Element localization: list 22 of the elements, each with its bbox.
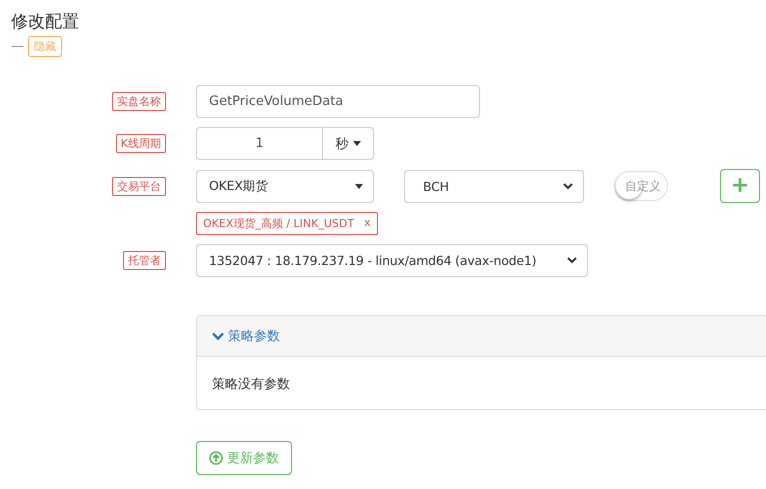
panel-header[interactable]: 策略参数 <box>197 316 766 357</box>
chevron-down-icon <box>567 257 577 264</box>
panel-title: 策略参数 <box>228 328 280 345</box>
chevron-down-icon <box>212 332 224 340</box>
field-label: 交易平台 <box>112 176 166 196</box>
symbol-select[interactable]: BCH <box>404 170 584 202</box>
page-title: 修改配置 <box>11 11 80 34</box>
exchange-select[interactable]: OKEX期货 <box>196 170 374 202</box>
remove-tag-button[interactable]: x <box>364 216 371 231</box>
tag-text: OKEX现货_高频 / LINK_USDT <box>203 216 354 231</box>
dash: — <box>11 39 24 54</box>
chevron-down-icon <box>563 182 573 190</box>
panel-message: 策略没有参数 <box>212 377 290 392</box>
field-label: 托管者 <box>123 251 166 270</box>
name-input[interactable]: GetPriceVolumeData <box>196 85 480 118</box>
upload-circle-icon <box>209 451 223 465</box>
field-label: K线周期 <box>116 134 166 153</box>
caret-icon <box>352 141 360 146</box>
field-label: 实盘名称 <box>112 92 166 111</box>
caret-icon <box>355 184 363 188</box>
host-select[interactable]: 1352047 : 18.179.237.19 - linux/amd64 (avax-node1) <box>196 244 588 277</box>
period-input[interactable]: 1 秒 <box>196 127 374 160</box>
